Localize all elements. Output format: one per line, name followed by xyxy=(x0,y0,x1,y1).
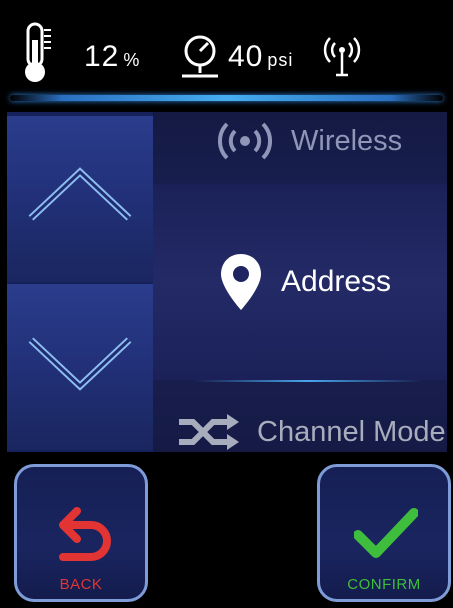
confirm-button[interactable]: CONFIRM xyxy=(317,464,451,602)
wireless-icon xyxy=(217,122,273,160)
thermometer-icon xyxy=(25,22,51,82)
menu-item-label: Wireless xyxy=(291,124,403,157)
location-pin-icon xyxy=(221,254,261,310)
humidity-readout: 12% xyxy=(84,40,140,74)
undo-arrow-icon xyxy=(59,507,111,561)
pressure-unit: psi xyxy=(267,50,294,70)
shuffle-icon xyxy=(179,414,239,450)
scroll-up-button[interactable] xyxy=(7,116,153,282)
chevron-up-icon xyxy=(28,167,132,221)
menu-item-label: Channel Mode xyxy=(257,415,446,448)
menu-divider xyxy=(193,380,423,382)
pressure-gauge-icon xyxy=(182,35,218,78)
chevron-down-icon xyxy=(28,337,132,391)
humidity-unit: % xyxy=(123,50,141,70)
confirm-label: CONFIRM xyxy=(347,576,421,593)
menu-panel: Wireless Address Channel Mode xyxy=(7,112,447,452)
status-divider-glow xyxy=(10,95,443,101)
back-label: BACK xyxy=(59,576,103,593)
checkmark-icon xyxy=(354,508,418,558)
menu-item-wireless[interactable]: Wireless xyxy=(153,112,447,170)
menu-item-channel-mode[interactable]: Channel Mode xyxy=(153,412,447,452)
status-bar: 12% 40 psi xyxy=(0,0,453,108)
back-button[interactable]: BACK xyxy=(14,464,148,602)
menu-item-label: Address xyxy=(281,265,392,298)
wireless-signal-icon xyxy=(323,37,361,77)
scroll-column xyxy=(7,112,153,452)
pressure-readout: 40 psi xyxy=(228,40,293,74)
pressure-value: 40 xyxy=(228,40,264,73)
menu-list: Wireless Address Channel Mode xyxy=(153,112,447,452)
menu-item-address[interactable]: Address xyxy=(153,184,447,380)
humidity-value: 12 xyxy=(84,40,120,73)
scroll-down-button[interactable] xyxy=(7,284,153,450)
